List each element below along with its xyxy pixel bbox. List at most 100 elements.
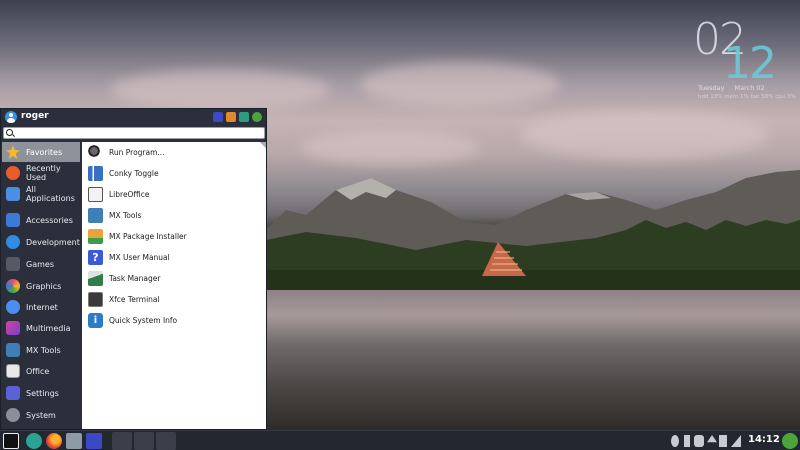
search-input[interactable]: [16, 128, 261, 138]
category-internet[interactable]: Internet: [2, 297, 80, 317]
category-label: Recently Used: [26, 164, 61, 182]
app-label: MX Tools: [109, 211, 142, 220]
app-libreoffice[interactable]: LibreOffice: [82, 184, 266, 205]
clock-minute: 12: [723, 38, 777, 89]
category-label: Games: [26, 259, 54, 269]
category-label: Multimedia: [26, 323, 71, 333]
cloud: [300, 130, 480, 165]
terminal-icon: [88, 292, 103, 307]
taskbar-clock[interactable]: 14:12: [748, 434, 780, 445]
category-system[interactable]: System: [2, 405, 80, 425]
wifi-icon[interactable]: [731, 435, 741, 447]
category-label: Office: [26, 366, 50, 376]
app-run-program[interactable]: Run Program...: [82, 142, 266, 163]
clock-day: Tuesday: [698, 84, 725, 92]
category-accessories[interactable]: Accessories: [2, 210, 80, 230]
software-updater-icon[interactable]: [26, 433, 42, 449]
app-conky-toggle[interactable]: Conky Toggle: [82, 163, 266, 184]
window-button-desktop[interactable]: [112, 432, 132, 450]
conky-icon: [88, 166, 103, 181]
firefox-icon[interactable]: [46, 433, 62, 449]
clock-date: Tuesday March 02: [698, 84, 773, 92]
category-graphics[interactable]: Graphics: [2, 276, 80, 296]
category-favorites[interactable]: Favorites: [2, 142, 80, 162]
file-manager-icon[interactable]: [66, 433, 82, 449]
category-label: Settings: [26, 388, 59, 398]
category-recently-used[interactable]: Recently Used: [2, 163, 80, 183]
battery-icon[interactable]: [719, 435, 727, 447]
app-quick-system-info[interactable]: i Quick System Info: [82, 310, 266, 331]
window-button-firefox[interactable]: [156, 432, 176, 450]
app-label: Task Manager: [109, 274, 161, 283]
hotel-building: [482, 242, 526, 276]
category-games[interactable]: Games: [2, 254, 80, 274]
mx-logo-menu-icon[interactable]: [3, 433, 19, 449]
app-task-manager[interactable]: Task Manager: [82, 268, 266, 289]
eject-icon[interactable]: [707, 435, 717, 443]
app-xfce-terminal[interactable]: Xfce Terminal: [82, 289, 266, 310]
category-office[interactable]: Office: [2, 361, 80, 381]
application-list: Run Program... Conky Toggle LibreOffice …: [82, 142, 266, 429]
app-mx-package-installer[interactable]: MX Package Installer: [82, 226, 266, 247]
category-settings[interactable]: Settings: [2, 383, 80, 403]
libreoffice-icon: [88, 187, 103, 202]
lake-reflection: [266, 290, 800, 430]
clock-icon: [6, 166, 20, 180]
multimedia-icon: [6, 321, 20, 335]
category-label: System: [26, 410, 56, 420]
category-list: Favorites Recently Used All Applications…: [1, 142, 81, 429]
category-label: All Applications: [26, 185, 75, 203]
mixer-icon[interactable]: [671, 435, 679, 447]
category-all-applications[interactable]: All Applications: [2, 184, 80, 204]
header-actions: [213, 112, 262, 122]
app-label: Xfce Terminal: [109, 295, 160, 304]
office-icon: [6, 364, 20, 378]
settings-icon: [6, 386, 20, 400]
app-label: MX Package Installer: [109, 232, 187, 241]
task-manager-icon: [88, 271, 103, 286]
network-icon[interactable]: [694, 435, 704, 447]
search-icon: [6, 129, 13, 136]
star-icon: [6, 145, 20, 159]
app-label: LibreOffice: [109, 190, 150, 199]
app-label: Conky Toggle: [109, 169, 159, 178]
accessories-icon: [6, 213, 20, 227]
category-mx-tools[interactable]: MX Tools: [2, 340, 80, 360]
settings-manager-icon[interactable]: [213, 112, 223, 122]
app-label: MX User Manual: [109, 253, 170, 262]
system-icon: [6, 408, 20, 422]
cloud: [110, 70, 330, 110]
forest: [266, 220, 800, 292]
category-label: Development: [26, 237, 80, 247]
category-label: Graphics: [26, 281, 62, 291]
app-mx-tools[interactable]: MX Tools: [82, 205, 266, 226]
mx-tools-icon: [88, 208, 103, 223]
clock-month-day: March 02: [734, 84, 765, 92]
category-multimedia[interactable]: Multimedia: [2, 318, 80, 338]
switch-user-icon[interactable]: [239, 112, 249, 122]
conky-clock-widget: 02 12 Tuesday March 02 hdd 13% mem 1% ba…: [690, 14, 796, 109]
category-label: Accessories: [26, 215, 73, 225]
taskbar: 14:12: [0, 430, 800, 450]
app-mx-user-manual[interactable]: ? MX User Manual: [82, 247, 266, 268]
bluetooth-icon[interactable]: [684, 435, 690, 447]
user-avatar-icon[interactable]: [5, 111, 17, 123]
app-label: Run Program...: [109, 148, 165, 157]
menu-header: roger: [1, 109, 266, 125]
apps-icon: [6, 187, 20, 201]
category-development[interactable]: Development: [2, 232, 80, 252]
cloud: [360, 62, 560, 107]
search-box[interactable]: [3, 127, 265, 139]
lock-screen-icon[interactable]: [226, 112, 236, 122]
window-button-editor[interactable]: [134, 432, 154, 450]
info-icon: i: [88, 313, 103, 328]
application-menu: roger Favorites Recently Used All Applic…: [0, 108, 267, 430]
settings-manager-icon[interactable]: [86, 433, 102, 449]
power-icon[interactable]: [252, 112, 262, 122]
category-label: Internet: [26, 302, 58, 312]
package-installer-icon: [88, 229, 103, 244]
username: roger: [21, 111, 49, 121]
gear-icon: [6, 235, 20, 249]
help-icon: ?: [88, 250, 103, 265]
power-icon[interactable]: [782, 433, 798, 449]
